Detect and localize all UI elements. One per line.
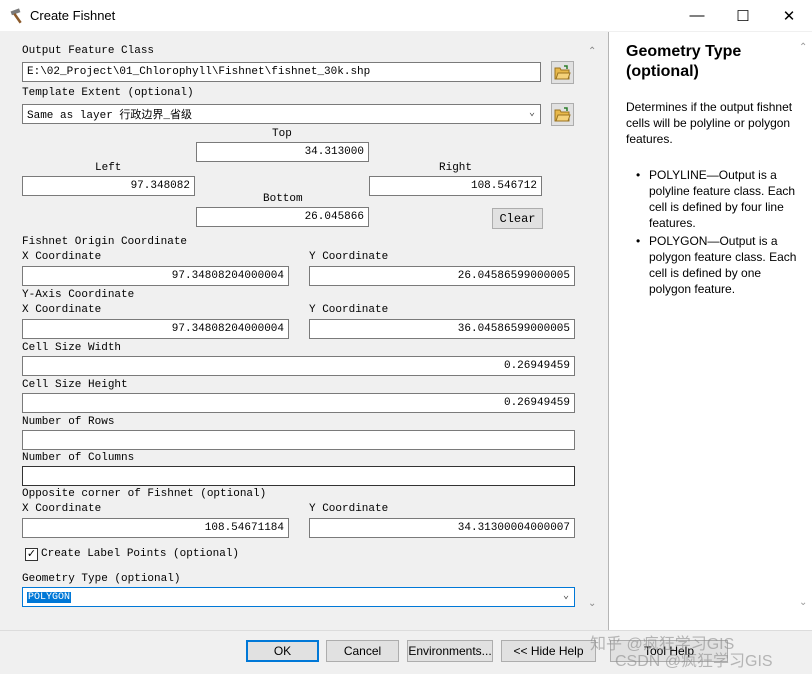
help-item-polyline: POLYLINE—Output is a polyline feature cl…	[636, 167, 799, 231]
origin-y-label: Y Coordinate	[309, 251, 389, 263]
extent-right-value: 108.546712	[470, 180, 537, 192]
template-extent-dropdown[interactable]: Same as layer 行政边界_省级 ⌄	[22, 104, 541, 124]
yaxis-y-input[interactable]: 36.04586599000005	[309, 319, 575, 339]
browse-output-button[interactable]	[551, 61, 574, 84]
opposite-x-value: 108.54671184	[204, 522, 284, 534]
origin-y-value: 26.04586599000005	[457, 270, 570, 282]
chevron-down-icon: ⌄	[528, 108, 535, 119]
extent-right-label: Right	[439, 162, 473, 174]
geometry-type-dropdown[interactable]: POLYGON ⌄	[22, 587, 575, 607]
extent-top-value: 34.313000	[304, 146, 364, 158]
help-scroll-up-icon[interactable]: ⌃	[799, 42, 807, 53]
folder-open-icon	[554, 65, 571, 80]
cell-width-value: 0.26949459	[503, 360, 570, 372]
help-panel: Geometry Type (optional) Determines if t…	[608, 32, 812, 630]
opposite-y-input[interactable]: 34.31300004000007	[309, 518, 575, 538]
extent-left-input[interactable]: 97.348082	[22, 176, 195, 196]
folder-open-icon	[554, 107, 571, 122]
scroll-up-icon[interactable]: ⌃	[588, 46, 596, 57]
yaxis-x-input[interactable]: 97.34808204000004	[22, 319, 289, 339]
extent-left-label: Left	[95, 162, 122, 174]
columns-label: Number of Columns	[22, 452, 135, 464]
origin-x-input[interactable]: 97.34808204000004	[22, 266, 289, 286]
cell-height-label: Cell Size Height	[22, 379, 128, 391]
cell-height-value: 0.26949459	[503, 397, 570, 409]
label-points-checkbox[interactable]: ✓	[25, 548, 38, 561]
geometry-type-value: POLYGON	[27, 591, 72, 603]
hide-help-button[interactable]: << Hide Help	[501, 640, 596, 662]
yaxis-y-label: Y Coordinate	[309, 304, 389, 316]
template-extent-label: Template Extent (optional)	[22, 87, 194, 99]
cell-height-input[interactable]: 0.26949459	[22, 393, 575, 413]
close-button[interactable]: ✕	[766, 0, 812, 31]
help-description: Determines if the output fishnet cells w…	[626, 100, 793, 146]
opposite-y-label: Y Coordinate	[309, 503, 389, 515]
opposite-x-input[interactable]: 108.54671184	[22, 518, 289, 538]
extent-bottom-input[interactable]: 26.045866	[196, 207, 369, 227]
extent-bottom-label: Bottom	[263, 193, 303, 205]
cell-width-input[interactable]: 0.26949459	[22, 356, 575, 376]
origin-x-label: X Coordinate	[22, 251, 102, 263]
environments-button[interactable]: Environments...	[407, 640, 493, 662]
window-title: Create Fishnet	[30, 8, 116, 23]
output-feature-class-input[interactable]: E:\02_Project\01_Chlorophyll\Fishnet\fis…	[22, 62, 541, 82]
maximize-button[interactable]: ☐	[720, 0, 766, 31]
parameters-scrollbar[interactable]: ⌃ ⌄	[584, 36, 604, 629]
clear-extent-button[interactable]: Clear	[492, 208, 543, 229]
extent-right-input[interactable]: 108.546712	[369, 176, 542, 196]
opposite-label: Opposite corner of Fishnet (optional)	[22, 488, 267, 500]
opposite-y-value: 34.31300004000007	[457, 522, 570, 534]
minimize-button[interactable]: —	[674, 0, 720, 31]
chevron-down-icon: ⌄	[562, 591, 569, 602]
cancel-button[interactable]: Cancel	[326, 640, 399, 662]
columns-input[interactable]	[22, 466, 575, 486]
output-feature-class-value: E:\02_Project\01_Chlorophyll\Fishnet\fis…	[27, 66, 371, 78]
extent-left-value: 97.348082	[130, 180, 190, 192]
help-scroll-down-icon[interactable]: ⌄	[799, 597, 807, 608]
rows-input[interactable]	[22, 430, 575, 450]
origin-y-input[interactable]: 26.04586599000005	[309, 266, 575, 286]
title-bar: Create Fishnet — ☐ ✕	[0, 0, 812, 31]
browse-extent-button[interactable]	[551, 103, 574, 126]
extent-top-label: Top	[272, 128, 292, 140]
cell-width-label: Cell Size Width	[22, 342, 122, 354]
extent-top-input[interactable]: 34.313000	[196, 142, 369, 162]
help-title: Geometry Type (optional)	[626, 43, 742, 80]
origin-x-value: 97.34808204000004	[171, 270, 284, 282]
watermark-csdn: CSDN @疯狂学习GIS	[615, 653, 773, 670]
help-list: POLYLINE—Output is a polyline feature cl…	[636, 167, 799, 299]
yaxis-x-label: X Coordinate	[22, 304, 102, 316]
extent-bottom-value: 26.045866	[304, 211, 364, 223]
help-item-polygon: POLYGON—Output is a polygon feature clas…	[636, 233, 799, 297]
hammer-icon	[10, 8, 22, 24]
scroll-down-icon[interactable]: ⌄	[588, 598, 596, 609]
output-feature-class-label: Output Feature Class	[22, 45, 155, 57]
yaxis-label: Y-Axis Coordinate	[22, 289, 135, 301]
origin-label: Fishnet Origin Coordinate	[22, 236, 188, 248]
opposite-x-label: X Coordinate	[22, 503, 102, 515]
template-extent-value: Same as layer 行政边界_省级	[27, 110, 193, 122]
yaxis-y-value: 36.04586599000005	[457, 323, 570, 335]
label-points-label: Create Label Points (optional)	[41, 548, 240, 560]
rows-label: Number of Rows	[22, 416, 115, 428]
yaxis-x-value: 97.34808204000004	[171, 323, 284, 335]
ok-button[interactable]: OK	[246, 640, 319, 662]
geometry-type-label: Geometry Type (optional)	[22, 573, 181, 585]
